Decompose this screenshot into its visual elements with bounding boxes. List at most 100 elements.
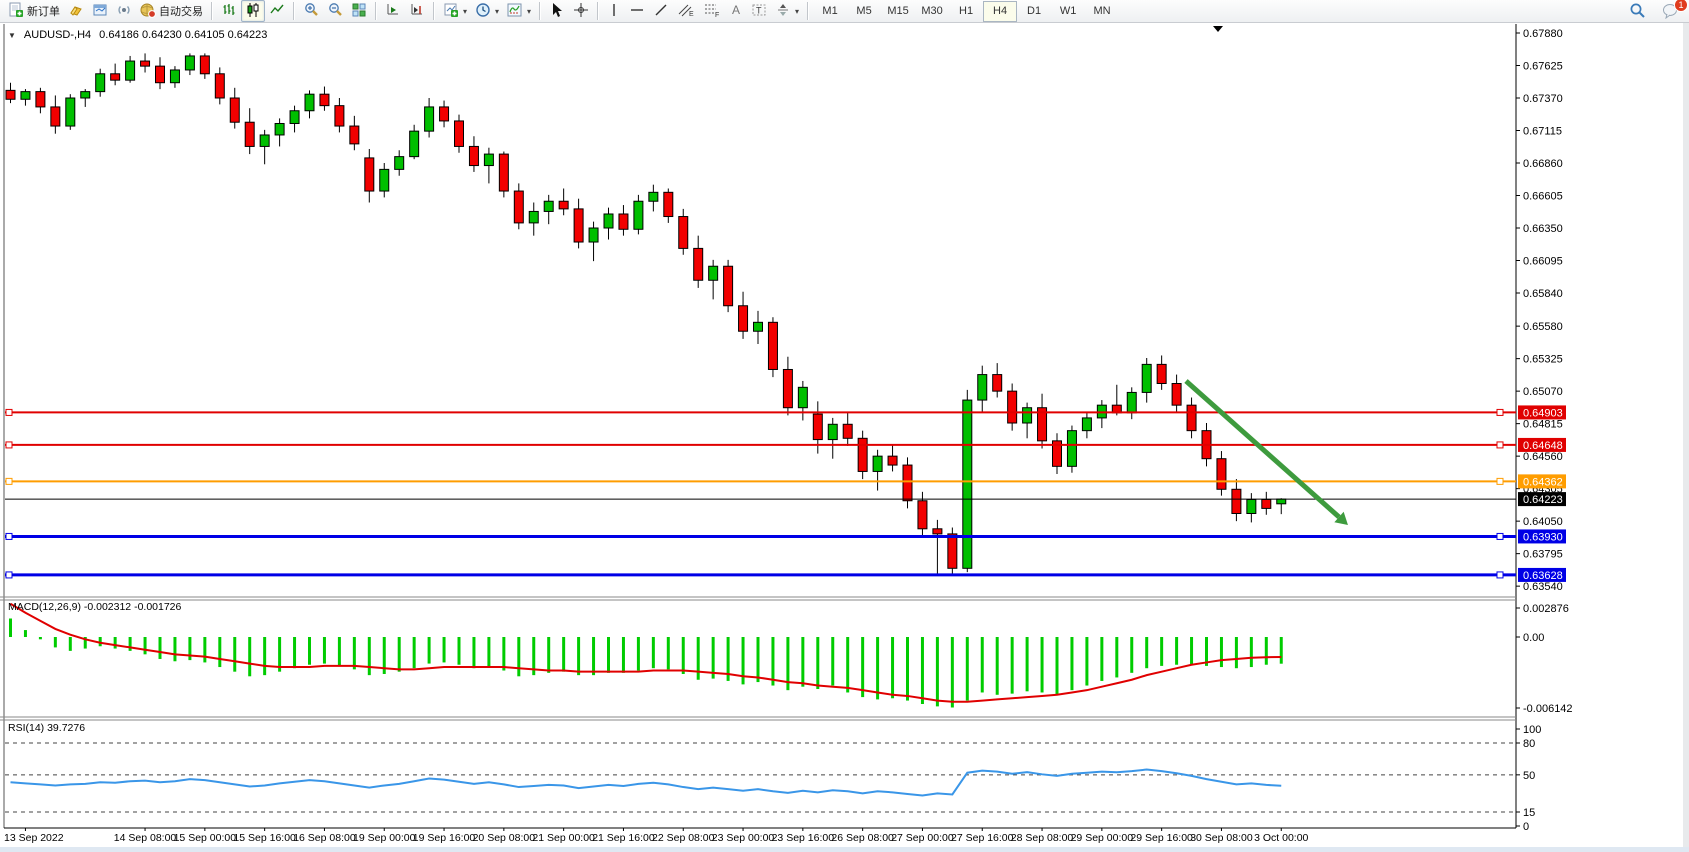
bearish-candle [36,92,45,107]
timeframe-H4[interactable]: H4 [983,1,1017,22]
fibonacci-tool-button[interactable]: F [699,0,725,22]
bearish-candle [111,74,120,80]
bearish-candle [559,201,568,209]
bullish-candle [873,456,882,471]
timeframe-M1[interactable]: M1 [813,1,847,22]
price-tick-label: 0.67115 [1523,126,1562,138]
timeframe-M30[interactable]: M30 [915,1,949,22]
window-edge-right [1683,23,1689,852]
price-tick-label: 0.64050 [1523,516,1563,528]
bearish-candle [903,465,912,501]
line-handle[interactable] [6,533,12,539]
notifications-button[interactable]: 1 [1658,1,1683,23]
time-tick-label: 21 Sep 16:00 [592,832,655,844]
time-tick-label: 29 Sep 00:00 [1071,832,1134,844]
indicators-button[interactable]: ▾ [503,0,535,22]
signals-button[interactable] [112,0,136,22]
crosshair-tool-button[interactable] [569,0,593,22]
bullish-candle [589,228,598,242]
timeframe-MN[interactable]: MN [1085,1,1119,22]
bullish-candle [1067,431,1076,467]
new-chart-button[interactable]: ▾ [439,0,471,22]
bearish-candle [694,248,703,280]
auto-scroll-icon [385,2,401,21]
bearish-candle [843,424,852,438]
market-watch-button[interactable] [64,0,88,22]
bearish-candle [768,322,777,369]
price-flag-label: 0.64362 [1523,476,1563,488]
tile-windows-icon [351,2,367,21]
trendline-tool-button[interactable] [649,0,673,22]
text-tool-button[interactable]: A [725,0,747,22]
terminal-window-icon [92,2,108,21]
channel-tool-button[interactable]: E [673,0,699,22]
chart-shift-button[interactable] [405,0,429,22]
horizontal-line-tool-button[interactable] [625,0,649,22]
bullish-candle [1142,364,1151,392]
bullish-candle [484,154,493,165]
autotrade-button[interactable]: 自动交易 [136,0,207,22]
bullish-candle [410,131,419,156]
bearish-candle [933,529,942,534]
line-handle[interactable] [6,442,12,448]
text-label-tool-button[interactable]: T [747,0,771,22]
window-edge-bottom [0,847,1689,852]
trendline-icon [653,2,669,21]
collapse-triangle-icon[interactable]: ▼ [8,31,16,40]
time-tick-label: 19 Sep 16:00 [413,832,476,844]
tile-windows-button[interactable] [347,0,371,22]
bullish-candle [754,322,763,331]
bearish-candle [679,217,688,249]
line-handle[interactable] [1497,409,1503,415]
bearish-candle [1232,489,1241,513]
bullish-candle [395,157,404,170]
timeframe-H1[interactable]: H1 [949,1,983,22]
line-handle[interactable] [6,572,12,578]
line-handle[interactable] [1497,478,1503,484]
toolbar-separator [539,2,541,20]
chart-shift-icon [409,2,425,21]
auto-scroll-button[interactable] [381,0,405,22]
bearish-candle [783,369,792,407]
timeframe-M15[interactable]: M15 [881,1,915,22]
new-order-button[interactable]: 新订单 [4,0,64,22]
gold-bar-icon [68,2,84,21]
zoom-in-icon [303,2,319,21]
bearish-candle [1008,391,1017,423]
line-handle[interactable] [1497,533,1503,539]
bullish-candle [1023,408,1032,423]
price-tick-label: 0.67625 [1523,61,1563,73]
time-tick-label: 30 Sep 08:00 [1190,832,1253,844]
bearish-candle [948,534,957,568]
line-handle[interactable] [6,478,12,484]
chart-canvas[interactable]: 0.678800.676250.673700.671150.668600.666… [0,0,1689,852]
vertical-line-tool-button[interactable] [603,0,625,22]
arrows-tool-button[interactable]: ▾ [771,0,803,22]
line-handle[interactable] [1497,572,1503,578]
terminal-window-button[interactable] [88,0,112,22]
bearish-candle [469,146,478,165]
price-flag-label: 0.64648 [1523,440,1563,452]
time-tick-label: 26 Sep 08:00 [831,832,894,844]
cursor-tool-button[interactable] [545,0,569,22]
time-tick-label: 14 Sep 08:00 [114,832,177,844]
macd-tick-label: -0.006142 [1523,703,1573,715]
search-button[interactable] [1625,1,1650,23]
macd-tick-label: 0.002876 [1523,603,1569,615]
timeframe-D1[interactable]: D1 [1017,1,1051,22]
line-handle[interactable] [1497,442,1503,448]
bearish-candle [320,94,329,105]
candlestick-mode-button[interactable] [241,0,265,22]
zoom-out-button[interactable] [323,0,347,22]
timeframe-M5[interactable]: M5 [847,1,881,22]
bearish-candle [1187,405,1196,430]
timeframe-W1[interactable]: W1 [1051,1,1085,22]
periods-button[interactable]: ▾ [471,0,503,22]
line-handle[interactable] [6,409,12,415]
bar-chart-icon [221,2,237,21]
crosshair-icon [573,2,589,21]
zoom-in-button[interactable] [299,0,323,22]
line-chart-mode-button[interactable] [265,0,289,22]
bullish-candle [185,56,194,70]
bar-chart-mode-button[interactable] [217,0,241,22]
